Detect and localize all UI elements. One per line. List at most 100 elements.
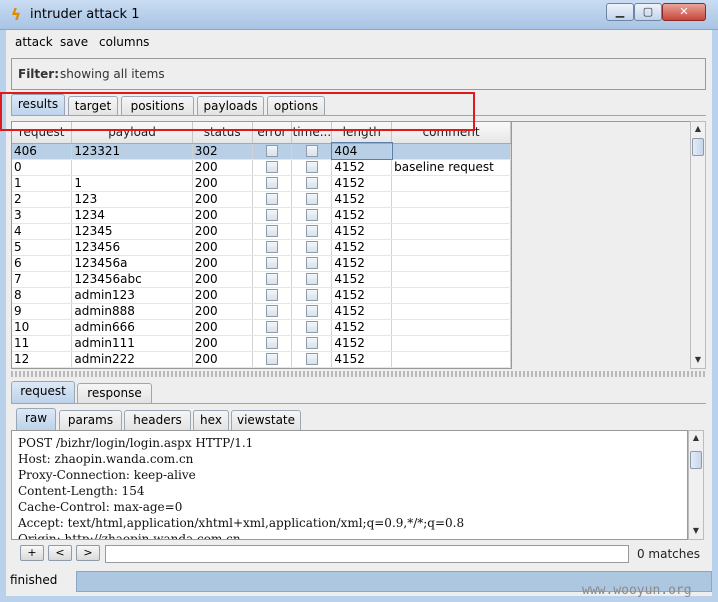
table-row[interactable]: 3 1234 200 4152 xyxy=(12,207,511,224)
scroll-thumb[interactable] xyxy=(692,138,704,156)
cell-payload: 123456abc xyxy=(71,271,193,288)
column-header[interactable]: time... xyxy=(291,122,333,144)
timeout-checkbox[interactable] xyxy=(305,161,318,173)
cell-comment xyxy=(391,287,511,304)
timeout-checkbox[interactable] xyxy=(305,289,318,301)
match-count: 0 matches xyxy=(636,547,700,561)
next-match-button[interactable]: > xyxy=(76,545,100,561)
timeout-checkbox[interactable] xyxy=(305,209,318,221)
error-checkbox[interactable] xyxy=(265,161,278,173)
error-checkbox[interactable] xyxy=(265,337,278,349)
tab-raw[interactable]: raw xyxy=(16,408,56,430)
results-scrollbar[interactable]: ▲ ▼ xyxy=(690,121,706,369)
tab-results[interactable]: results xyxy=(11,94,65,116)
table-row[interactable]: 2 123 200 4152 xyxy=(12,191,511,208)
timeout-checkbox[interactable] xyxy=(305,177,318,189)
tab-target[interactable]: target xyxy=(68,96,118,116)
cell-error xyxy=(252,239,293,256)
column-header[interactable]: request xyxy=(12,122,73,144)
minimize-button[interactable]: ▁ xyxy=(606,3,634,21)
table-row[interactable]: 8 admin123 200 4152 xyxy=(12,287,511,304)
table-row[interactable]: 11 admin111 200 4152 xyxy=(12,335,511,352)
error-checkbox[interactable] xyxy=(265,289,278,301)
table-row[interactable]: 1 1 200 4152 xyxy=(12,175,511,192)
table-row[interactable]: 9 admin888 200 4152 xyxy=(12,303,511,320)
table-row[interactable]: 5 123456 200 4152 xyxy=(12,239,511,256)
scroll-up-icon[interactable]: ▲ xyxy=(692,123,704,135)
timeout-checkbox[interactable] xyxy=(305,257,318,269)
table-row[interactable]: 0 200 4152 baseline request xyxy=(12,159,511,176)
error-checkbox[interactable] xyxy=(265,321,278,333)
scroll-up-icon[interactable]: ▲ xyxy=(690,432,702,444)
tab-request[interactable]: request xyxy=(11,381,75,403)
title-bar[interactable]: ϟ intruder attack 1 ▁ ▢ ✕ xyxy=(0,0,718,30)
timeout-checkbox[interactable] xyxy=(305,273,318,285)
tab-hex[interactable]: hex xyxy=(193,410,229,430)
tab-viewstate[interactable]: viewstate xyxy=(231,410,301,430)
menu-columns[interactable]: columns xyxy=(99,35,149,49)
column-header[interactable]: error xyxy=(252,122,293,144)
error-checkbox[interactable] xyxy=(265,305,278,317)
error-checkbox[interactable] xyxy=(265,273,278,285)
cell-request: 0 xyxy=(12,159,73,176)
column-header[interactable]: comment xyxy=(391,122,511,144)
timeout-checkbox[interactable] xyxy=(305,337,318,349)
cell-status: 200 xyxy=(192,239,253,256)
cell-request: 10 xyxy=(12,319,73,336)
table-row[interactable]: 7 123456abc 200 4152 xyxy=(12,271,511,288)
table-row[interactable]: 4 12345 200 4152 xyxy=(12,223,511,240)
maximize-button[interactable]: ▢ xyxy=(634,3,662,21)
cell-comment xyxy=(391,191,511,208)
timeout-checkbox[interactable] xyxy=(305,353,318,365)
request-scrollbar[interactable]: ▲ ▼ xyxy=(688,430,704,540)
table-row[interactable]: 12 admin222 200 4152 xyxy=(12,351,511,368)
table-row[interactable]: 10 admin666 200 4152 xyxy=(12,319,511,336)
scroll-down-icon[interactable]: ▼ xyxy=(692,354,704,366)
timeout-checkbox[interactable] xyxy=(305,305,318,317)
prev-match-button[interactable]: < xyxy=(48,545,72,561)
table-row[interactable]: 406 123321 302 404 xyxy=(12,142,511,160)
search-input[interactable] xyxy=(105,545,629,563)
timeout-checkbox[interactable] xyxy=(305,321,318,333)
pane-splitter[interactable] xyxy=(11,371,706,377)
timeout-checkbox[interactable] xyxy=(305,241,318,253)
cell-timeout xyxy=(291,191,333,208)
column-header[interactable]: payload xyxy=(71,122,193,144)
error-checkbox[interactable] xyxy=(265,177,278,189)
menu-attack[interactable]: attack xyxy=(15,35,53,49)
column-header[interactable]: status xyxy=(192,122,253,144)
cell-length: 4152 xyxy=(331,207,393,224)
close-button[interactable]: ✕ xyxy=(662,3,706,21)
scroll-thumb[interactable] xyxy=(690,451,702,469)
tab-headers[interactable]: headers xyxy=(124,410,191,430)
timeout-checkbox[interactable] xyxy=(305,145,318,157)
cell-length: 4152 xyxy=(331,159,393,176)
filter-text: showing all items xyxy=(60,67,165,81)
tab-options[interactable]: options xyxy=(267,96,325,116)
table-row[interactable]: 6 123456a 200 4152 xyxy=(12,255,511,272)
error-checkbox[interactable] xyxy=(265,193,278,205)
cell-length: 4152 xyxy=(331,191,393,208)
error-checkbox[interactable] xyxy=(265,241,278,253)
tab-params[interactable]: params xyxy=(59,410,122,430)
error-checkbox[interactable] xyxy=(265,353,278,365)
request-text[interactable]: POST /bizhr/login/login.aspx HTTP/1.1 Hos… xyxy=(18,435,464,539)
window-client: attack save columns Filter: showing all … xyxy=(6,30,712,596)
error-checkbox[interactable] xyxy=(265,209,278,221)
request-editor[interactable]: POST /bizhr/login/login.aspx HTTP/1.1 Hos… xyxy=(11,430,688,540)
error-checkbox[interactable] xyxy=(265,257,278,269)
scroll-down-icon[interactable]: ▼ xyxy=(690,525,702,537)
filter-bar[interactable]: Filter: showing all items xyxy=(11,58,706,90)
menu-save[interactable]: save xyxy=(60,35,88,49)
timeout-checkbox[interactable] xyxy=(305,225,318,237)
error-checkbox[interactable] xyxy=(265,145,278,157)
results-table[interactable]: request payload status error time... length co… xyxy=(11,121,512,369)
timeout-checkbox[interactable] xyxy=(305,193,318,205)
tab-payloads[interactable]: payloads xyxy=(197,96,264,116)
error-checkbox[interactable] xyxy=(265,225,278,237)
cell-payload: admin888 xyxy=(71,303,193,320)
column-header[interactable]: length xyxy=(331,122,393,144)
add-button[interactable]: + xyxy=(20,545,44,561)
tab-positions[interactable]: positions xyxy=(121,96,194,116)
tab-response[interactable]: response xyxy=(77,383,152,403)
